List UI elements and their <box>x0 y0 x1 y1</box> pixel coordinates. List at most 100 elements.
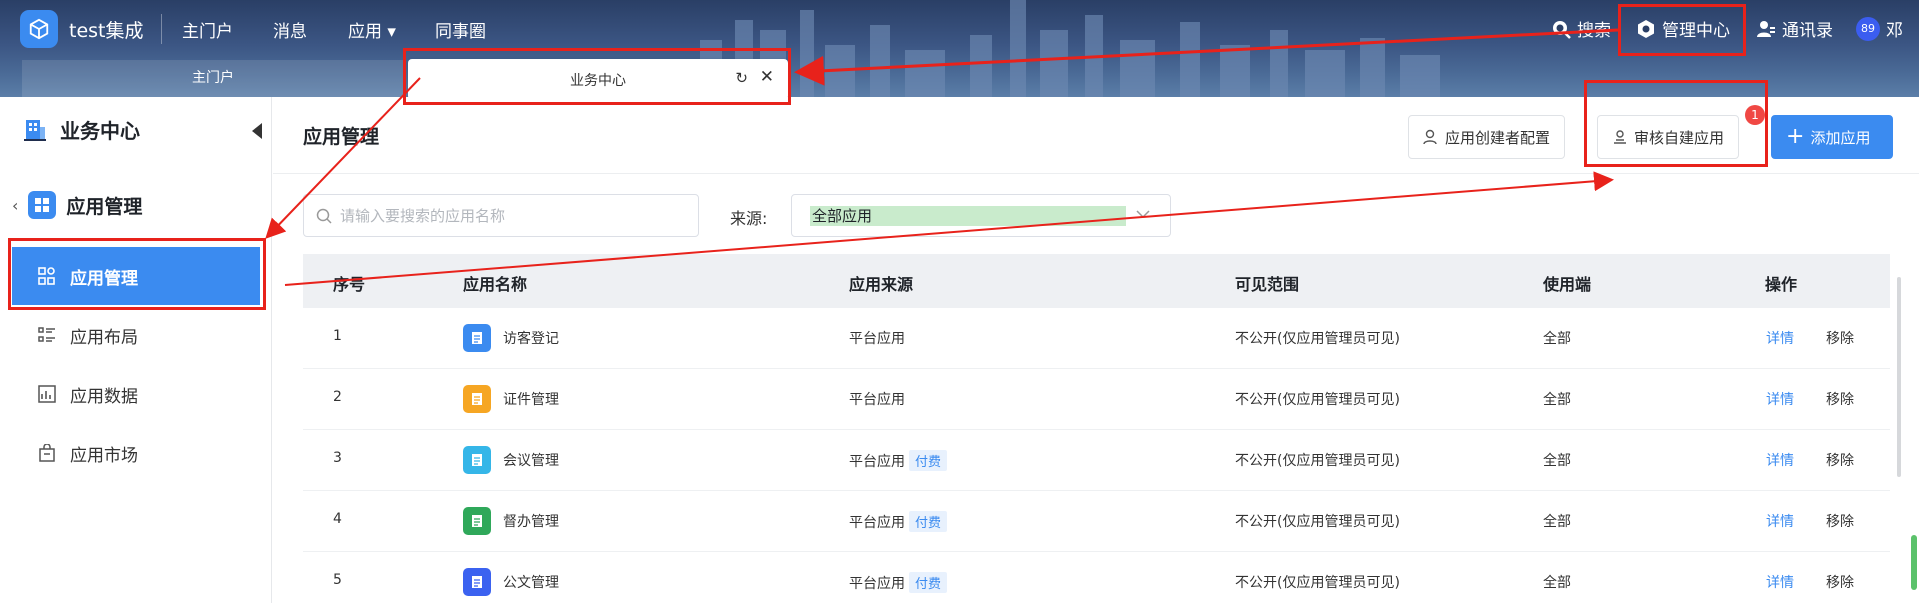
column-header: 应用来源 <box>849 275 914 294</box>
table-header: 序号 应用名称 应用来源 可见范围 使用端 操作 <box>303 254 1890 308</box>
app-name: 会议管理 <box>503 453 559 469</box>
column-header: 应用名称 <box>463 275 528 294</box>
layout-list-icon <box>38 327 55 342</box>
detail-link[interactable]: 详情 <box>1766 511 1794 531</box>
chevron-down-icon <box>1136 210 1150 219</box>
app-source: 平台应用 <box>849 389 905 409</box>
nav-apps-dropdown[interactable]: 应用 ▾ <box>348 17 396 42</box>
button-label: 添加应用 <box>1810 128 1871 147</box>
tab-main-portal[interactable]: 主门户 <box>22 60 404 97</box>
chevron-left-icon[interactable]: ‹ <box>12 196 18 215</box>
app-name: 访客登记 <box>503 331 559 347</box>
user-config-icon <box>1423 129 1437 145</box>
app-source: 平台应用 付费 <box>849 450 948 471</box>
column-header: 操作 <box>1765 275 1798 294</box>
nav-main-portal[interactable]: 主门户 <box>182 17 233 42</box>
app-logo[interactable] <box>20 10 58 48</box>
sidebar-item-app-data[interactable]: 应用数据 <box>12 365 260 423</box>
sidebar-item-label: 应用数据 <box>70 386 138 407</box>
client-type: 全部 <box>1543 331 1571 347</box>
remove-button[interactable]: 移除 <box>1826 572 1854 592</box>
brand-name: test集成 <box>69 20 144 42</box>
official-doc-icon <box>463 568 491 596</box>
annotation-box-review-button <box>1584 80 1768 167</box>
table-scrollbar[interactable] <box>1897 277 1901 477</box>
source-select[interactable]: 全部应用 <box>791 194 1171 237</box>
remove-button[interactable]: 移除 <box>1826 511 1854 531</box>
cube-icon <box>29 18 49 40</box>
contacts-icon <box>1757 20 1775 37</box>
nav-colleague-circle[interactable]: 同事圈 <box>435 17 486 42</box>
page-scrollbar-thumb[interactable] <box>1911 535 1917 590</box>
table-row: 2 证件管理 平台应用 不公开(仅应用管理员可见) 全部 详情 移除 <box>303 369 1890 430</box>
search-input[interactable] <box>340 206 670 225</box>
sidebar-item-app-market[interactable]: 应用市场 <box>12 424 260 482</box>
annotation-box-admin-center <box>1618 4 1746 56</box>
app-search-box[interactable] <box>303 194 699 237</box>
source-text: 平台应用 <box>849 576 905 592</box>
table-row: 4 督办管理 平台应用 付费 不公开(仅应用管理员可见) 全部 详情 移除 <box>303 491 1890 552</box>
nav-messages[interactable]: 消息 <box>273 17 307 42</box>
detail-link[interactable]: 详情 <box>1766 328 1794 348</box>
row-number: 4 <box>333 511 342 527</box>
paid-tag: 付费 <box>909 572 948 593</box>
remove-button[interactable]: 移除 <box>1826 389 1854 409</box>
visibility-scope: 不公开(仅应用管理员可见) <box>1235 331 1400 347</box>
app-creator-config-button[interactable]: 应用创建者配置 <box>1408 115 1566 159</box>
remove-button[interactable]: 移除 <box>1826 328 1854 348</box>
sidebar-title: 业务中心 <box>60 119 140 143</box>
table-row: 1 访客登记 平台应用 不公开(仅应用管理员可见) 全部 详情 移除 <box>303 308 1890 369</box>
contacts-button[interactable]: 通讯录 <box>1756 16 1833 41</box>
form-icon <box>463 324 491 352</box>
row-number: 3 <box>333 450 342 466</box>
annotation-box-sidebar-active <box>8 238 266 310</box>
supervise-icon <box>463 507 491 535</box>
grid-icon <box>28 191 57 219</box>
row-number: 5 <box>333 572 342 588</box>
visibility-scope: 不公开(仅应用管理员可见) <box>1235 575 1400 591</box>
search-button[interactable]: 搜索 <box>1551 16 1611 41</box>
paid-tag: 付费 <box>909 450 948 471</box>
sidebar-item-label: 应用市场 <box>70 445 138 466</box>
app-source: 平台应用 <box>849 328 905 348</box>
detail-link[interactable]: 详情 <box>1766 389 1794 409</box>
search-icon <box>1553 20 1571 39</box>
sidebar-group-app-management[interactable]: ‹ 应用管理 <box>12 191 142 219</box>
shopping-bag-icon <box>39 444 55 462</box>
add-app-button[interactable]: + 添加应用 <box>1771 115 1893 159</box>
sidebar: 业务中心 ‹ 应用管理 应用管理 应用布局 应用数据 应用市场 <box>0 97 272 603</box>
row-number: 1 <box>333 328 342 344</box>
divider <box>161 14 162 44</box>
source-text: 平台应用 <box>849 515 905 531</box>
data-chart-icon <box>38 385 56 403</box>
building-icon <box>24 119 46 141</box>
paid-tag: 付费 <box>909 511 948 532</box>
client-type: 全部 <box>1543 575 1571 591</box>
remove-button[interactable]: 移除 <box>1826 450 1854 470</box>
visibility-scope: 不公开(仅应用管理员可见) <box>1235 392 1400 408</box>
header-divider <box>273 173 1919 174</box>
user-name: 邓 <box>1886 21 1903 41</box>
sidebar-group-label: 应用管理 <box>66 195 143 218</box>
row-number: 2 <box>333 389 342 405</box>
visibility-scope: 不公开(仅应用管理员可见) <box>1235 514 1400 530</box>
search-label: 搜索 <box>1577 21 1611 41</box>
detail-link[interactable]: 详情 <box>1766 450 1794 470</box>
table-row: 3 会议管理 平台应用 付费 不公开(仅应用管理员可见) 全部 详情 移除 <box>303 430 1890 491</box>
search-icon <box>316 208 332 224</box>
source-selected-value: 全部应用 <box>810 206 1126 226</box>
user-menu[interactable]: 89 邓 <box>1856 16 1903 41</box>
detail-link[interactable]: 详情 <box>1766 572 1794 592</box>
annotation-box-business-tab <box>403 48 791 105</box>
sidebar-item-app-layout[interactable]: 应用布局 <box>12 306 260 364</box>
collapse-sidebar-icon[interactable] <box>252 123 262 139</box>
contacts-label: 通讯录 <box>1782 21 1833 41</box>
plus-icon: + <box>1786 124 1805 149</box>
app-source: 平台应用 付费 <box>849 572 948 593</box>
sidebar-header: 业务中心 <box>22 115 140 144</box>
page-title: 应用管理 <box>303 126 380 148</box>
table-row: 5 公文管理 平台应用 付费 不公开(仅应用管理员可见) 全部 详情 移除 <box>303 552 1890 603</box>
sidebar-item-label: 应用布局 <box>70 327 138 348</box>
source-label: 来源: <box>730 209 768 228</box>
app-name: 证件管理 <box>503 392 559 408</box>
